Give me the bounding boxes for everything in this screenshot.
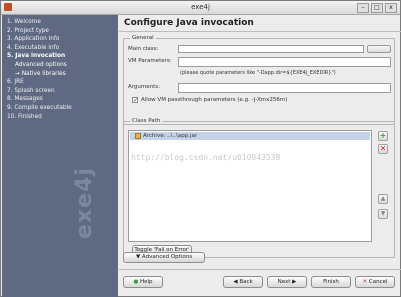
remove-entry-button[interactable]: ✕ — [378, 144, 388, 154]
remove-icon: ✕ — [379, 144, 387, 153]
title-bar: exe4j – □ x — [1, 1, 400, 15]
step-advanced-options[interactable]: Advanced options — [7, 61, 116, 70]
step-executable-info[interactable]: 4. Executable info — [7, 44, 116, 53]
arguments-input[interactable] — [178, 83, 391, 93]
class-path-group-label: Class Path — [130, 118, 163, 124]
step-panel: 1. Welcome 2. Project type 3. Applicatio… — [2, 15, 118, 297]
help-button[interactable]: ● Help — [123, 276, 163, 288]
watermark-text: http://blog.csdn.net/u010043538 — [131, 153, 281, 162]
step-splash-screen[interactable]: 7. Splash screen — [7, 87, 116, 96]
step-list: 1. Welcome 2. Project type 3. Applicatio… — [7, 18, 116, 121]
archive-icon — [135, 133, 141, 139]
minimize-button[interactable]: – — [357, 3, 369, 13]
arrow-up-icon: ▲ — [380, 195, 386, 202]
next-button[interactable]: Next ▶ — [267, 276, 307, 288]
main-class-label: Main class: — [128, 46, 159, 52]
class-path-list[interactable]: Archive: ..\..\app.jar — [128, 130, 372, 242]
step-project-type[interactable]: 2. Project type — [7, 27, 116, 36]
move-down-button[interactable]: ▼ — [378, 209, 388, 219]
app-window: exe4j – □ x 1. Welcome 2. Project type 3… — [0, 0, 401, 297]
add-icon: + — [379, 131, 387, 140]
main-class-browse-button[interactable] — [367, 45, 391, 53]
vm-parameters-input[interactable] — [178, 57, 391, 67]
page-title: Configure Java invocation — [124, 18, 254, 28]
class-path-group: Class Path Archive: ..\..\app.jar + ✕ ▲ … — [123, 118, 395, 258]
step-jre[interactable]: 6. JRE — [7, 78, 116, 87]
general-group-label: General — [130, 35, 156, 41]
next-arrow-icon: ▶ — [290, 279, 297, 285]
cancel-label: Cancel — [368, 279, 388, 285]
title-divider — [119, 31, 401, 32]
arrow-down-icon: ▼ — [380, 210, 386, 217]
general-group: General Main class: VM Parameters: (plea… — [123, 35, 395, 125]
maximize-button[interactable]: □ — [371, 3, 383, 13]
back-label: Back — [239, 279, 253, 285]
finish-label: Finish — [323, 279, 339, 285]
list-item[interactable]: Archive: ..\..\app.jar — [130, 132, 370, 140]
back-button[interactable]: ◀ Back — [223, 276, 263, 288]
step-messages[interactable]: 8. Messages — [7, 95, 116, 104]
step-welcome[interactable]: 1. Welcome — [7, 18, 116, 27]
arguments-label: Arguments: — [128, 84, 161, 90]
cancel-button[interactable]: ✕ Cancel — [355, 276, 395, 288]
main-class-input[interactable] — [178, 45, 364, 53]
class-path-entry-label: Archive: ..\..\app.jar — [143, 133, 198, 139]
window-controls: – □ x — [357, 3, 397, 13]
step-java-invocation[interactable]: 5. Java invocation — [7, 52, 116, 61]
step-application-info[interactable]: 3. Application info — [7, 35, 116, 44]
step-compile-executable[interactable]: 9. Compile executable — [7, 104, 116, 113]
next-label: Next — [277, 279, 291, 285]
advanced-options-button[interactable]: ▼ Advanced Options — [123, 252, 205, 263]
allow-passthrough-label: Allow VM passthrough parameters (e.g. -J… — [141, 97, 288, 103]
footer-divider — [119, 269, 401, 270]
vm-parameters-label: VM Parameters: — [128, 58, 172, 64]
window-title: exe4j — [191, 3, 210, 11]
step-finished[interactable]: 10. Finished — [7, 113, 116, 122]
help-label: Help — [140, 279, 153, 285]
advanced-options-label: Advanced Options — [141, 254, 193, 260]
move-up-button[interactable]: ▲ — [378, 194, 388, 204]
allow-passthrough-checkbox[interactable]: ✓ — [132, 97, 138, 104]
brand-logo: exe4j — [72, 167, 97, 239]
finish-button[interactable]: Finish — [311, 276, 351, 288]
step-native-libraries[interactable]: → Native libraries — [7, 70, 116, 79]
add-entry-button[interactable]: + — [378, 131, 388, 141]
vm-parameters-hint: (please quote parameters like "-Dapp.dir… — [180, 70, 336, 76]
close-button[interactable]: x — [385, 3, 397, 13]
